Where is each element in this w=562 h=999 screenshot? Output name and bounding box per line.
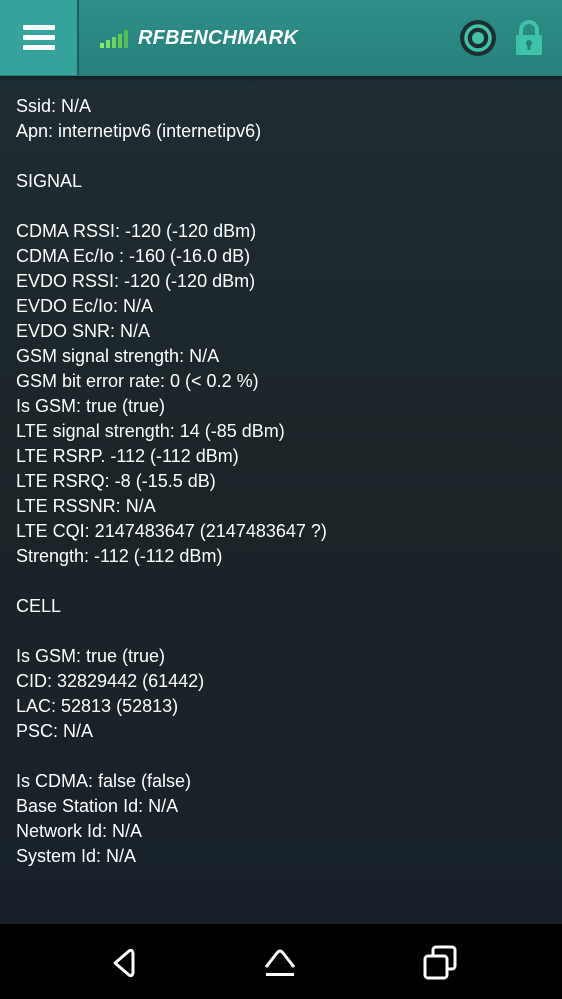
menu-button[interactable] (0, 0, 79, 75)
info-line: LTE signal strength: 14 (-85 dBm) (16, 421, 285, 441)
lock-icon[interactable] (514, 20, 544, 56)
info-line: Strength: -112 (-112 dBm) (16, 546, 223, 566)
info-line: Apn: internetipv6 (internetipv6) (16, 121, 262, 141)
info-line: EVDO RSSI: -120 (-120 dBm) (16, 271, 256, 291)
info-line: System Id: N/A (16, 846, 137, 866)
info-line: Is GSM: true (true) (16, 646, 166, 666)
info-line: EVDO SNR: N/A (16, 321, 151, 341)
record-icon[interactable] (459, 19, 497, 57)
recents-icon[interactable] (420, 943, 460, 983)
info-panel[interactable]: Ssid: N/A Apn: internetipv6 (internetipv6… (0, 76, 562, 924)
info-list: Ssid: N/A Apn: internetipv6 (internetipv6… (16, 94, 556, 869)
back-icon[interactable] (105, 943, 145, 983)
info-line: CID: 32829442 (61442) (16, 671, 205, 691)
brand-logo: RFBENCHMARK (100, 24, 298, 52)
brand-name: RFBENCHMARK (138, 26, 298, 49)
info-line: LAC: 52813 (52813) (16, 696, 179, 716)
info-line: GSM signal strength: N/A (16, 346, 220, 366)
app-bar: RFBENCHMARK (0, 0, 562, 76)
info-line: Is GSM: true (true) (16, 396, 166, 416)
info-line: Is CDMA: false (false) (16, 771, 192, 791)
info-line: LTE CQI: 2147483647 (2147483647 ?) (16, 521, 327, 541)
info-line: Network Id: N/A (16, 821, 143, 841)
info-line: CDMA Ec/Io : -160 (-16.0 dB) (16, 246, 251, 266)
info-line: GSM bit error rate: 0 (< 0.2 %) (16, 371, 259, 391)
info-line: LTE RSRQ: -8 (-15.5 dB) (16, 471, 216, 491)
info-line: EVDO Ec/Io: N/A (16, 296, 154, 316)
section-header: CELL (16, 596, 62, 616)
info-line: LTE RSSNR: N/A (16, 496, 156, 516)
info-line: CDMA RSSI: -120 (-120 dBm) (16, 221, 257, 241)
home-icon[interactable] (260, 943, 300, 983)
hamburger-menu-icon (22, 24, 55, 51)
info-line: Base Station Id: N/A (16, 796, 179, 816)
info-line: Ssid: N/A (16, 96, 92, 116)
signal-bars-icon (100, 30, 128, 48)
info-line: PSC: N/A (16, 721, 94, 741)
section-header: SIGNAL (16, 171, 83, 191)
info-line: LTE RSRP. -112 (-112 dBm) (16, 446, 239, 466)
system-nav-bar (0, 924, 562, 999)
